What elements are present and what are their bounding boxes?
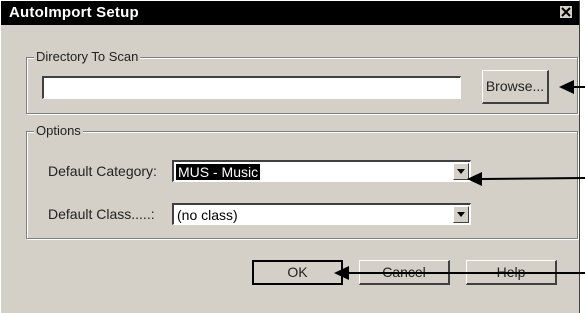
- close-icon: [561, 7, 571, 17]
- directory-group-label: Directory To Scan: [34, 49, 141, 65]
- browse-button[interactable]: Browse...: [482, 70, 549, 104]
- help-button-label: Help: [496, 264, 526, 280]
- class-dropdown-button[interactable]: [453, 206, 469, 223]
- category-dropdown-button[interactable]: [453, 163, 469, 180]
- chevron-down-icon: [457, 169, 465, 174]
- cancel-button-label: Cancel: [382, 264, 426, 280]
- default-category-select[interactable]: MUS - Music: [172, 160, 471, 182]
- cancel-button[interactable]: Cancel: [359, 260, 450, 285]
- directory-group: Directory To Scan Browse...: [26, 49, 578, 114]
- close-button[interactable]: [559, 5, 573, 19]
- window-title: AutoImport Setup: [9, 4, 139, 21]
- autoimport-setup-dialog: AutoImport Setup Directory To Scan Brows…: [0, 0, 580, 313]
- ok-button-label: OK: [287, 264, 308, 280]
- default-class-value: (no class): [177, 207, 238, 223]
- options-group-label: Options: [34, 123, 83, 139]
- directory-path-input[interactable]: [42, 76, 461, 99]
- title-bar[interactable]: AutoImport Setup: [1, 1, 579, 25]
- browse-button-label: Browse...: [485, 78, 545, 94]
- chevron-down-icon: [457, 212, 465, 217]
- default-category-value: MUS - Music: [176, 164, 261, 180]
- options-group: Options Default Category: MUS - Music De…: [26, 123, 578, 239]
- help-button[interactable]: Help: [466, 260, 557, 285]
- default-category-label: Default Category:: [48, 163, 157, 179]
- default-class-label: Default Class.....:: [48, 206, 155, 222]
- default-class-select[interactable]: (no class): [172, 203, 471, 225]
- ok-button[interactable]: OK: [252, 260, 343, 285]
